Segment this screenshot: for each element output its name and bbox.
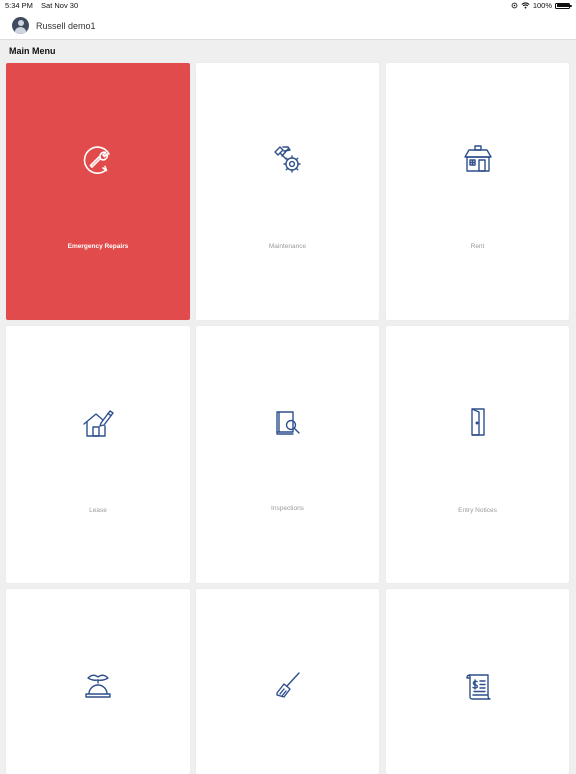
section-title-main-menu: Main Menu <box>9 46 56 56</box>
door-icon <box>461 405 495 439</box>
status-date: Sat Nov 30 <box>41 1 79 10</box>
tile-label: Rent <box>470 243 485 250</box>
tile-label: Lease <box>89 507 107 514</box>
service-bell-icon <box>81 669 115 703</box>
tile-label: Maintenance <box>268 243 307 250</box>
tile-emergency-repairs[interactable]: Emergency Repairs <box>6 63 190 320</box>
house-pen-icon <box>81 405 115 439</box>
tile-concierge[interactable] <box>6 589 190 774</box>
app-header: Russell demo1 <box>0 12 576 40</box>
status-time: 5:34 PM <box>5 1 33 10</box>
tile-lease[interactable]: Lease <box>6 326 190 583</box>
rotation-lock-icon <box>511 2 518 9</box>
tile-invoices[interactable] <box>386 589 569 774</box>
avatar[interactable] <box>12 17 29 34</box>
tile-label: Emergency Repairs <box>67 243 129 250</box>
tile-rent[interactable]: Rent <box>386 63 569 320</box>
tile-label: Inspections <box>271 505 304 512</box>
broom-icon <box>271 669 305 703</box>
wifi-icon <box>521 2 530 9</box>
book-search-icon <box>271 405 305 439</box>
tile-label: Entry Notices <box>458 507 497 514</box>
invoice-scroll-icon <box>461 669 495 703</box>
battery-icon <box>555 2 572 9</box>
user-name[interactable]: Russell demo1 <box>36 21 96 31</box>
tile-maintenance[interactable]: Maintenance <box>196 63 379 320</box>
status-bar: 5:34 PM Sat Nov 30 100% <box>0 0 576 12</box>
wrench-cycle-icon <box>81 142 115 176</box>
house-icon <box>461 142 495 176</box>
status-left: 5:34 PM Sat Nov 30 <box>5 1 78 10</box>
status-right: 100% <box>511 1 572 10</box>
tile-cleaning[interactable] <box>196 589 379 774</box>
tile-entry-notices[interactable]: Entry Notices <box>386 326 569 583</box>
tile-inspections[interactable]: Inspections <box>196 326 379 583</box>
tools-gear-icon <box>271 142 305 176</box>
battery-level-fill <box>556 4 569 7</box>
battery-percent: 100% <box>532 1 552 10</box>
